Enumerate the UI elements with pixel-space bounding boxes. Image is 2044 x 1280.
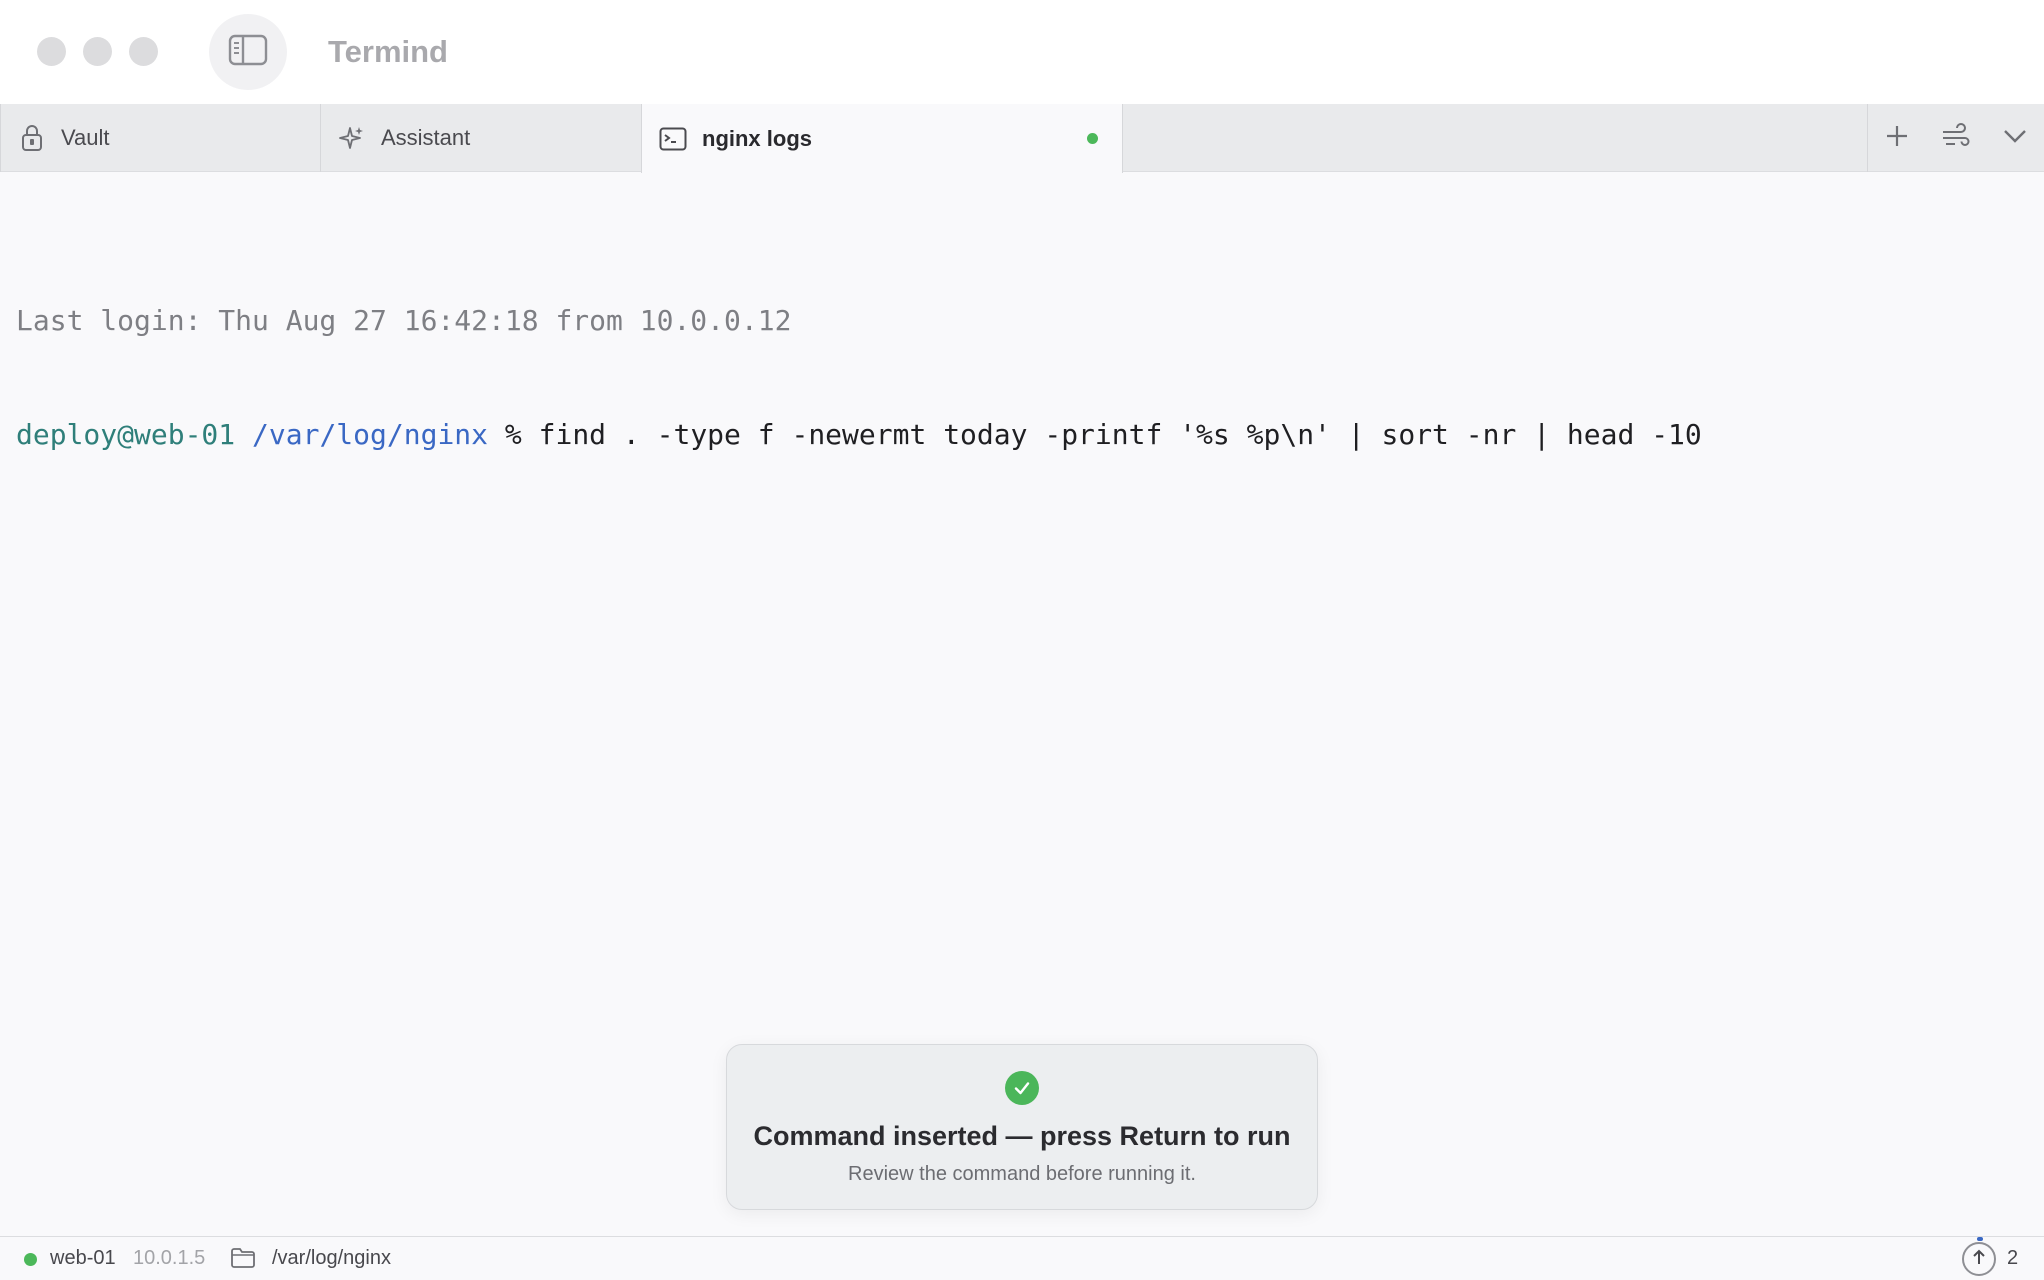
sidebar-icon (228, 33, 268, 72)
host-ip: 10.0.1.5 (133, 1247, 206, 1269)
command-inserted-toast: Command inserted — press Return to run R… (726, 1044, 1318, 1210)
tab-label: Assistant (381, 125, 471, 150)
check-circle-icon (1005, 1071, 1039, 1105)
transfer-count: 2 (2007, 1247, 2019, 1269)
lock-icon (17, 123, 47, 153)
prompt-line: deploy@web-01 /var/log/nginx % find . -t… (16, 416, 2026, 454)
prompt-symbol: % (504, 418, 522, 451)
connection-status-dot (24, 1253, 37, 1266)
command-text: find . -type f -newermt today -printf '%… (538, 418, 1702, 451)
tab-list-button[interactable] (1997, 120, 2033, 156)
toast-title: Command inserted — press Return to run (753, 1121, 1291, 1151)
close-window-button[interactable] (37, 37, 66, 66)
tab-label: Vault (61, 125, 110, 150)
chevron-down-icon (2002, 127, 2028, 150)
tab-status-dot (1087, 133, 1098, 144)
tab-bar: Vault Assistant nginx logs (0, 104, 2044, 173)
new-tab-button[interactable] (1879, 120, 1915, 156)
minimize-window-button[interactable] (83, 37, 112, 66)
transfers-button[interactable] (1962, 1242, 1996, 1276)
tab-label: nginx logs (702, 125, 812, 151)
tab-vault[interactable]: Vault (0, 104, 321, 172)
tab-actions (1867, 104, 2044, 172)
host-name[interactable]: web-01 (50, 1247, 116, 1270)
last-login-line: Last login: Thu Aug 27 16:42:18 from 10.… (16, 304, 792, 337)
status-bar: web-01 10.0.1.5 /var/log/nginx 2 (0, 1236, 2044, 1280)
current-directory[interactable]: /var/log/nginx (272, 1247, 391, 1270)
terminal-output[interactable]: Last login: Thu Aug 27 16:42:18 from 10.… (16, 226, 2026, 492)
plus-icon (1884, 123, 1910, 154)
broadcast-button[interactable] (1938, 120, 1974, 156)
upload-progress-mark (1977, 1237, 1983, 1241)
title-bar: Termind (0, 0, 2044, 104)
zoom-window-button[interactable] (129, 37, 158, 66)
prompt-user: deploy@web-01 (16, 418, 236, 451)
prompt-path: /var/log/nginx (252, 418, 489, 451)
toast-subtitle: Review the command before running it. (848, 1163, 1196, 1185)
tab-assistant[interactable]: Assistant (320, 104, 642, 172)
terminal-icon (658, 124, 688, 154)
folder-icon (230, 1247, 256, 1271)
sidebar-toggle-button[interactable] (209, 14, 287, 90)
tab-nginx-logs[interactable]: nginx logs (641, 104, 1123, 173)
app-title: Termind (328, 34, 448, 69)
arrow-up-icon (1971, 1248, 1987, 1271)
sparkle-icon (337, 123, 367, 153)
wind-icon (1941, 122, 1971, 154)
